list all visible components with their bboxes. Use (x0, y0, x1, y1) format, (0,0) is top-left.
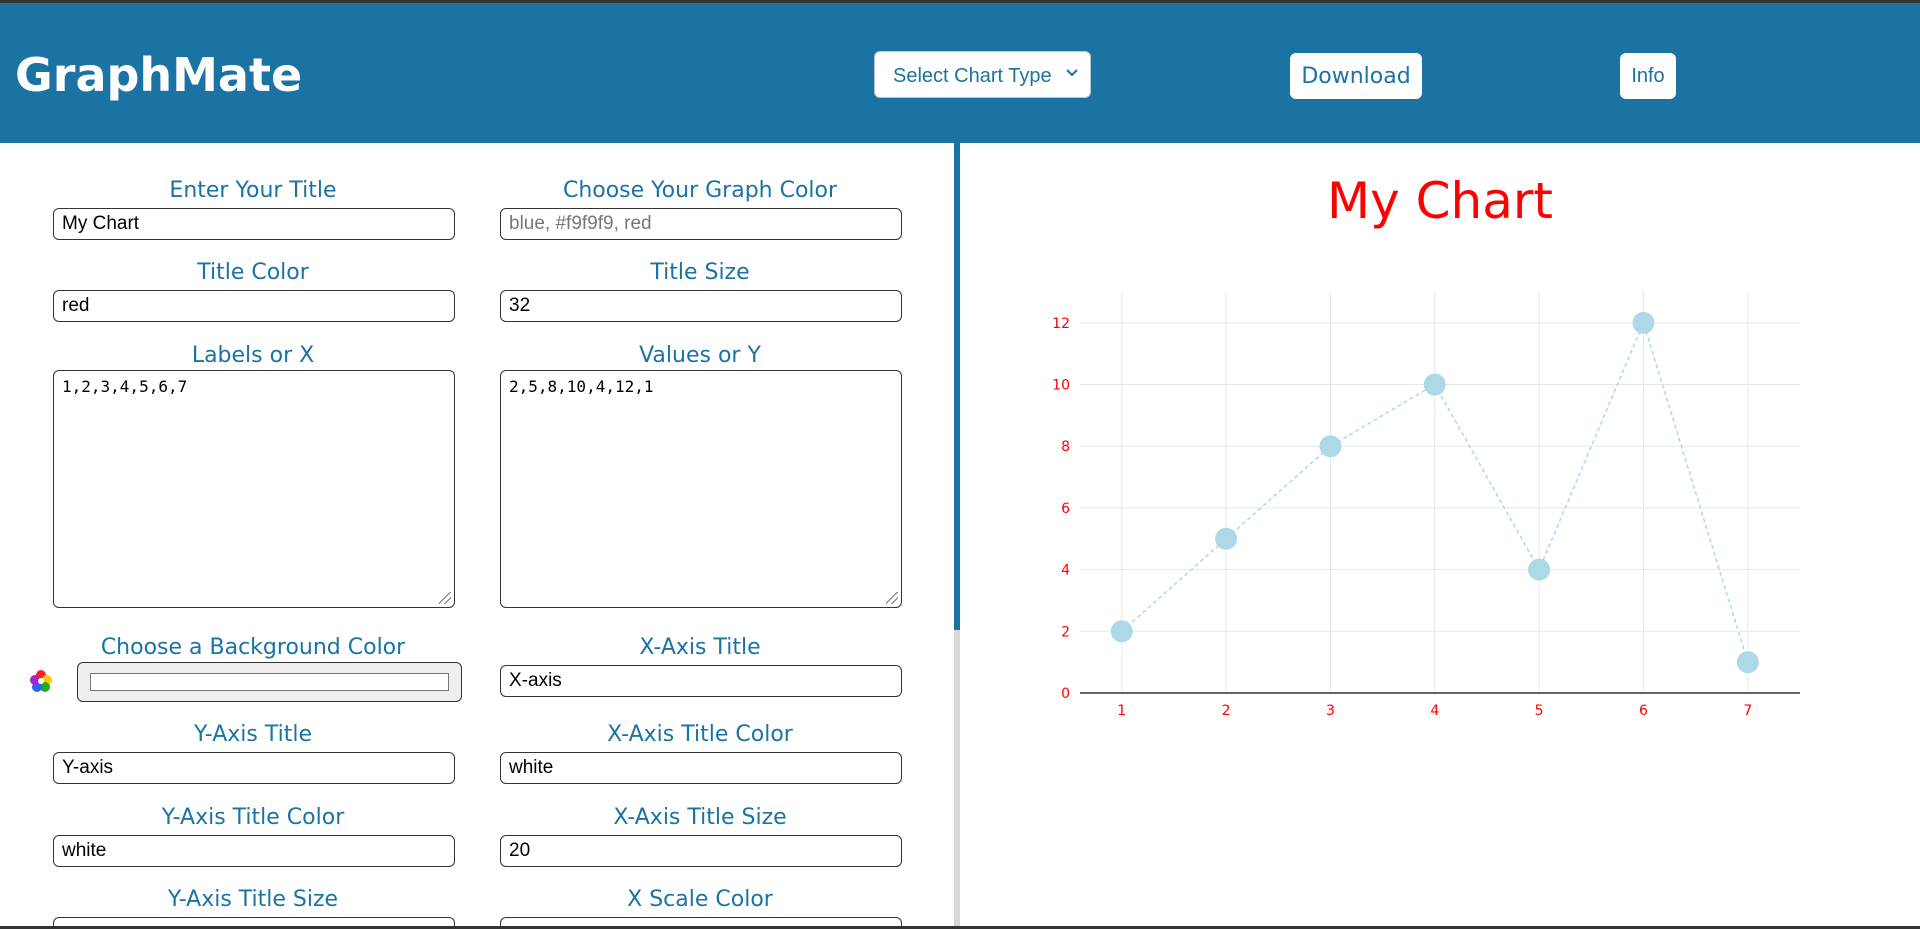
y-tick-label: 8 (1061, 439, 1070, 455)
title-input[interactable]: My Chart (53, 208, 455, 240)
title-size-label: Title Size (650, 260, 750, 285)
labels-label: Labels or X (191, 343, 315, 368)
title-size-input[interactable]: 32 (500, 290, 902, 322)
chart-plot: 0246810121 2 3 4 5 6 7 (1052, 292, 1800, 719)
x-tick-label: 7 (1743, 703, 1752, 719)
x-tick-label: 6 (1639, 703, 1648, 719)
x-axis-title-label: X-Axis Title (639, 635, 761, 660)
labels-textarea[interactable]: 1,2,3,4,5,6,7 (53, 370, 455, 608)
x-axis-title-color-input[interactable]: white (500, 752, 902, 784)
data-point (1110, 620, 1133, 643)
resize-handle-icon[interactable] (886, 592, 898, 604)
y-axis-title-color-label: Y-Axis Title Color (161, 805, 345, 830)
x-tick-label: 4 (1430, 703, 1439, 719)
title-color-input[interactable]: red (53, 290, 455, 322)
values-label: Values or Y (639, 343, 761, 368)
x-axis-title-input[interactable]: X-axis (500, 665, 902, 697)
y-tick-label: 2 (1061, 624, 1070, 640)
x-tick-label: 3 (1326, 703, 1335, 719)
labels-textarea-value: 1,2,3,4,5,6,7 (62, 377, 188, 396)
x-axis-title-size-label: X-Axis Title Size (613, 805, 787, 830)
title-color-label: Title Color (197, 260, 309, 285)
x-tick-label: 2 (1222, 703, 1231, 719)
title-label: Enter Your Title (169, 178, 337, 203)
values-textarea-value: 2,5,8,10,4,12,1 (509, 377, 654, 396)
info-button[interactable]: Info (1620, 53, 1676, 99)
y-tick-label: 6 (1061, 501, 1070, 517)
y-tick-label: 0 (1061, 686, 1070, 702)
chart-type-select[interactable]: Select Chart Type (874, 51, 1091, 98)
y-axis-title-label: Y-Axis Title (193, 722, 313, 747)
x-axis-title-color-label: X-Axis Title Color (607, 722, 793, 747)
data-point (1215, 527, 1238, 550)
chart-type-select-value: Select Chart Type (893, 65, 1052, 87)
x-axis-title-size-input[interactable]: 20 (500, 835, 902, 867)
data-point (1528, 558, 1551, 581)
x-scale-color-label: X Scale Color (627, 887, 773, 912)
x-tick-label: 5 (1535, 703, 1544, 719)
color-wheel-icon[interactable] (28, 668, 54, 694)
values-textarea[interactable]: 2,5,8,10,4,12,1 (500, 370, 902, 608)
download-button[interactable]: Download (1290, 53, 1422, 99)
app-header: GraphMate Select Chart Type Download Inf… (0, 3, 1920, 143)
y-tick-label: 10 (1052, 378, 1070, 394)
bg-color-picker[interactable] (77, 662, 462, 702)
bg-color-swatch (90, 673, 449, 691)
data-point (1423, 373, 1446, 396)
y-tick-label: 12 (1052, 316, 1070, 332)
y-axis-title-color-input[interactable]: white (53, 835, 455, 867)
graph-color-label: Choose Your Graph Color (562, 178, 838, 203)
bg-color-label: Choose a Background Color (100, 635, 406, 660)
y-axis-title-size-label: Y-Axis Title Size (167, 887, 339, 912)
data-point (1632, 311, 1655, 334)
graph-color-input[interactable]: blue, #f9f9f9, red (500, 208, 902, 240)
y-tick-label: 4 (1061, 563, 1070, 579)
chevron-down-icon (1064, 62, 1080, 88)
data-point (1736, 651, 1759, 674)
x-tick-label: 1 (1117, 703, 1126, 719)
chart-title: My Chart (1326, 172, 1554, 230)
brand-logo: GraphMate (15, 48, 303, 102)
data-point (1319, 435, 1342, 458)
y-axis-title-input[interactable]: Y-axis (53, 752, 455, 784)
resize-handle-icon[interactable] (439, 592, 451, 604)
